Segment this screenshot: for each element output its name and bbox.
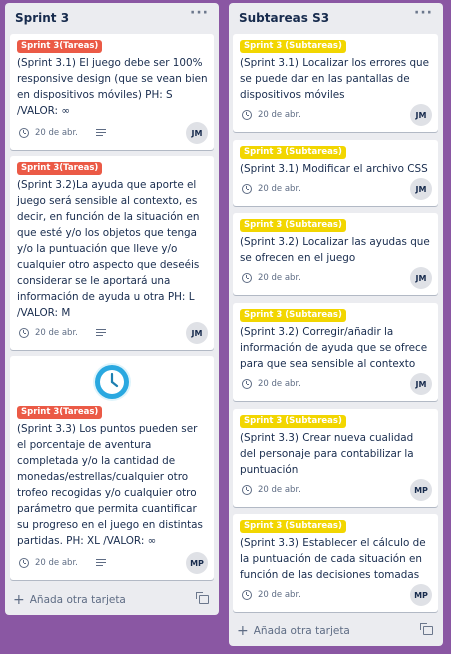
member-avatar[interactable]: JM — [410, 373, 432, 395]
due-date-badge: 20 de abr. — [258, 273, 301, 283]
card[interactable]: Sprint 3(Tareas) (Sprint 3.3) Los puntos… — [10, 356, 214, 580]
clock-icon — [242, 110, 252, 120]
clock-icon — [242, 379, 252, 389]
card-badges: 20 de abr. — [242, 182, 301, 196]
card[interactable]: Sprint 3 (Subtareas) (Sprint 3.3) Crear … — [233, 409, 438, 507]
clock-icon — [242, 273, 252, 283]
card-label: Sprint 3 (Subtareas) — [240, 146, 346, 159]
card-badges: 20 de abr. — [242, 588, 301, 602]
list-title[interactable]: Sprint 3 — [15, 11, 69, 25]
list-header[interactable]: Sprint 3 ··· — [5, 3, 219, 31]
member-avatar[interactable]: MP — [410, 584, 432, 606]
due-date-badge: 20 de abr. — [35, 328, 78, 338]
card-label: Sprint 3(Tareas) — [17, 40, 103, 53]
due-date-badge: 20 de abr. — [258, 485, 301, 495]
description-icon — [95, 559, 106, 567]
due-date-badge: 20 de abr. — [258, 110, 301, 120]
list-title[interactable]: Subtareas S3 — [239, 11, 329, 25]
description-icon — [95, 329, 106, 337]
clock-icon — [242, 485, 252, 495]
card-title: (Sprint 3.1) El juego debe ser 100% resp… — [17, 57, 208, 117]
card-badges: 20 de abr. — [242, 271, 301, 285]
card-badges: 20 de abr. — [19, 126, 106, 140]
card-label: Sprint 3 (Subtareas) — [240, 415, 346, 428]
card[interactable]: Sprint 3 (Subtareas) (Sprint 3.1) Modifi… — [233, 140, 438, 206]
card[interactable]: Sprint 3 (Subtareas) (Sprint 3.2) Correg… — [233, 303, 438, 401]
clock-icon — [19, 558, 29, 568]
due-date-badge: 20 de abr. — [258, 379, 301, 389]
member-avatar[interactable]: JM — [410, 267, 432, 289]
member-avatar[interactable]: JM — [410, 178, 432, 200]
clock-icon — [19, 328, 29, 338]
member-avatar[interactable]: JM — [186, 122, 208, 144]
clock-icon — [242, 184, 252, 194]
card-label: Sprint 3 (Subtareas) — [240, 520, 346, 533]
card-label: Sprint 3 (Subtareas) — [240, 309, 346, 322]
card-title: (Sprint 3.2)La ayuda que aporte el juego… — [17, 179, 200, 319]
list-menu-button[interactable]: ··· — [414, 5, 433, 21]
list-subtareas-s3: Subtareas S3 ··· Sprint 3 (Subtareas) (S… — [229, 3, 443, 646]
due-date-badge: 20 de abr. — [258, 590, 301, 600]
card-title: (Sprint 3.3) Los puntos pueden ser el po… — [17, 423, 203, 547]
due-date-badge: 20 de abr. — [35, 558, 78, 568]
card-title: (Sprint 3.2) Localizar las ayudas que se… — [240, 236, 430, 264]
card-badges: 20 de abr. — [242, 108, 301, 122]
card-label: Sprint 3(Tareas) — [17, 162, 103, 175]
card-badges: 20 de abr. — [19, 556, 106, 570]
card-label: Sprint 3(Tareas) — [17, 406, 103, 419]
card-title: (Sprint 3.3) Establecer el cálculo de la… — [240, 537, 426, 581]
member-avatar[interactable]: JM — [186, 322, 208, 344]
due-date-badge: 20 de abr. — [258, 184, 301, 194]
clock-icon — [242, 590, 252, 600]
card[interactable]: Sprint 3(Tareas) (Sprint 3.1) El juego d… — [10, 34, 214, 150]
card-badges: 20 de abr. — [19, 326, 106, 340]
clock-cover-icon — [93, 363, 131, 401]
list-header[interactable]: Subtareas S3 ··· — [229, 3, 443, 31]
card-template-icon[interactable] — [196, 592, 209, 604]
add-card-label: Añada otra tarjeta — [253, 625, 350, 637]
card[interactable]: Sprint 3 (Subtareas) (Sprint 3.2) Locali… — [233, 213, 438, 295]
due-date-badge: 20 de abr. — [35, 128, 78, 138]
card-label: Sprint 3 (Subtareas) — [240, 219, 346, 232]
card-template-icon[interactable] — [420, 623, 433, 635]
add-card-label: Añada otra tarjeta — [29, 594, 126, 606]
add-card-button[interactable]: + Añada otra tarjeta — [13, 591, 211, 609]
card-title: (Sprint 3.3) Crear nueva cualidad del pe… — [240, 432, 414, 476]
member-avatar[interactable]: JM — [410, 104, 432, 126]
card-title: (Sprint 3.1) Modificar el archivo CSS — [240, 163, 428, 175]
card-label: Sprint 3 (Subtareas) — [240, 40, 346, 53]
add-card-button[interactable]: + Añada otra tarjeta — [237, 622, 435, 640]
plus-icon: + — [13, 592, 25, 608]
card-badges: 20 de abr. — [242, 377, 301, 391]
card-title: (Sprint 3.1) Localizar los errores que s… — [240, 57, 430, 101]
member-avatar[interactable]: MP — [186, 552, 208, 574]
clock-icon — [19, 128, 29, 138]
card-badges: 20 de abr. — [242, 483, 301, 497]
member-avatar[interactable]: MP — [410, 479, 432, 501]
card[interactable]: Sprint 3 (Subtareas) (Sprint 3.3) Establ… — [233, 514, 438, 612]
description-icon — [95, 129, 106, 137]
card-title: (Sprint 3.2) Corregir/añadir la informac… — [240, 326, 428, 370]
card[interactable]: Sprint 3 (Subtareas) (Sprint 3.1) Locali… — [233, 34, 438, 132]
list-sprint-3: Sprint 3 ··· Sprint 3(Tareas) (Sprint 3.… — [5, 3, 219, 615]
list-menu-button[interactable]: ··· — [190, 5, 209, 21]
plus-icon: + — [237, 623, 249, 639]
card[interactable]: Sprint 3(Tareas) (Sprint 3.2)La ayuda qu… — [10, 156, 214, 350]
